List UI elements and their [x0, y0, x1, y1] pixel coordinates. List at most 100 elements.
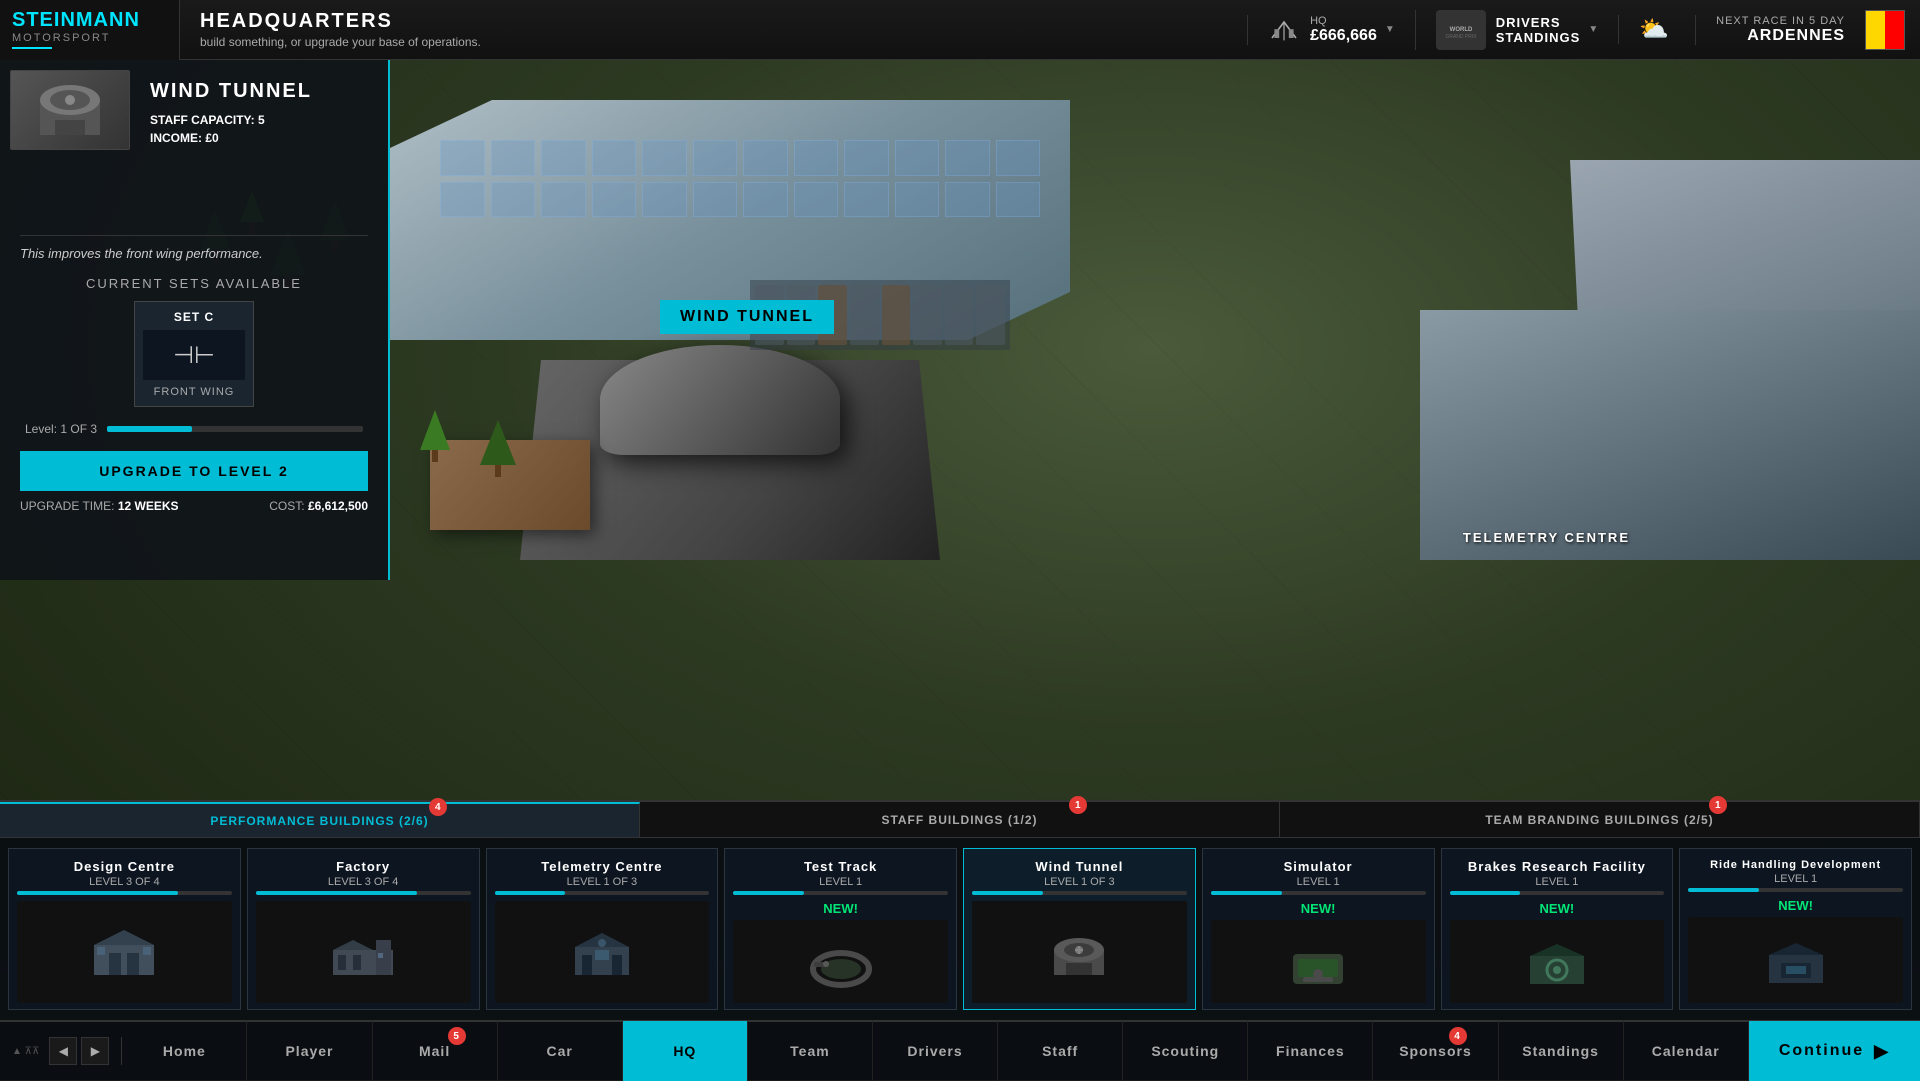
building-card-ride-handling[interactable]: Ride Handling Development LEVEL 1 NEW!	[1679, 848, 1912, 1010]
upgrade-button[interactable]: UPGRADE TO LEVEL 2	[20, 451, 368, 491]
headquarters-title: HEADQUARTERS	[200, 10, 1227, 33]
nav-calendar[interactable]: Calendar	[1624, 1021, 1749, 1081]
nav-car[interactable]: Car	[498, 1021, 623, 1081]
tab-performance-label: PERFORMANCE BUILDINGS (2/6)	[210, 814, 428, 828]
building-card-simulator[interactable]: Simulator LEVEL 1 NEW!	[1202, 848, 1435, 1010]
race-name: ARDENNES	[1747, 27, 1845, 45]
wind-tunnel-card-img	[972, 901, 1187, 1003]
branding-badge: 1	[1709, 796, 1727, 814]
ride-handling-progress	[1688, 888, 1903, 892]
wind-tunnel-dome	[600, 345, 840, 455]
design-centre-level: LEVEL 3 OF 4	[89, 876, 160, 888]
simulator-level: LEVEL 1	[1297, 876, 1340, 888]
nav-home-label: Home	[163, 1043, 206, 1059]
nav-scouting[interactable]: Scouting	[1123, 1021, 1248, 1081]
performance-badge: 4	[429, 798, 447, 816]
nav-left-controls: ▲ ⊼⊼ ◀ ▶	[0, 1037, 122, 1065]
nav-staff[interactable]: Staff	[998, 1021, 1123, 1081]
building-card-telemetry[interactable]: Telemetry Centre LEVEL 1 OF 3	[486, 848, 719, 1010]
hq-arrow: ▼	[1385, 24, 1395, 35]
tab-staff-label: STAFF BUILDINGS (1/2)	[881, 813, 1037, 827]
design-centre-img	[17, 901, 232, 1003]
nav-mail-label: Mail	[419, 1043, 450, 1059]
telemetry-map-label: TELEMETRY CENTRE	[1463, 530, 1630, 545]
staff-capacity-value: 5	[258, 113, 265, 127]
svg-text:WORLD: WORLD	[1449, 27, 1472, 33]
nav-standings[interactable]: Standings	[1499, 1021, 1624, 1081]
income-label: INCOME:	[150, 131, 202, 145]
nav-scouting-label: Scouting	[1151, 1043, 1219, 1059]
design-centre-name: Design Centre	[74, 859, 175, 874]
factory-progress	[256, 891, 471, 895]
wind-tunnel-map-label[interactable]: WIND TUNNEL	[660, 300, 834, 334]
test-track-progress	[733, 891, 948, 895]
panel-building-name: WIND TUNNEL	[150, 80, 368, 103]
hq-button[interactable]: HQ £666,666 ▼	[1247, 15, 1415, 45]
level-bar	[107, 426, 363, 432]
simulator-img	[1211, 920, 1426, 1003]
wind-tunnel-fill	[972, 891, 1043, 895]
nav-sponsors[interactable]: Sponsors 4	[1373, 1021, 1498, 1081]
nav-mail[interactable]: Mail 5	[373, 1021, 498, 1081]
level-fill	[107, 426, 191, 432]
tab-staff-buildings[interactable]: STAFF BUILDINGS (1/2) 1	[640, 802, 1280, 837]
panel-stats: STAFF CAPACITY: 5 INCOME: £0	[150, 113, 368, 145]
svg-text:GRAND PRIX: GRAND PRIX	[1445, 34, 1477, 40]
staff-badge: 1	[1069, 796, 1087, 814]
test-track-name: Test Track	[804, 859, 877, 874]
brakes-name: Brakes Research Facility	[1468, 859, 1646, 874]
building-card-test-track[interactable]: Test Track LEVEL 1 NEW!	[724, 848, 957, 1010]
building-card-design-centre[interactable]: Design Centre LEVEL 3 OF 4	[8, 848, 241, 1010]
right-building-2	[1420, 310, 1920, 560]
game-area: FACTORY WIND TUNNEL TELEMETRY CENTRE WIN…	[0, 60, 1920, 1020]
building-category-tabs: PERFORMANCE BUILDINGS (2/6) 4 STAFF BUIL…	[0, 802, 1920, 838]
design-centre-fill	[17, 891, 178, 895]
nav-team[interactable]: Team	[748, 1021, 873, 1081]
header-subtitle: build something, or upgrade your base of…	[200, 35, 1227, 49]
upgrade-details: UPGRADE TIME: 12 WEEKS COST: £6,612,500	[20, 499, 368, 513]
ride-handling-new-badge: NEW!	[1778, 898, 1813, 913]
building-thumbnail	[10, 70, 130, 150]
nav-team-label: Team	[790, 1043, 830, 1059]
nav-prev-button[interactable]: ◀	[49, 1037, 77, 1065]
nav-home[interactable]: Home	[122, 1021, 247, 1081]
nav-arrows: ◀ ▶	[49, 1037, 109, 1065]
building-card-brakes[interactable]: Brakes Research Facility LEVEL 1 NEW!	[1441, 848, 1674, 1010]
set-card: SET C ⊣⊢ FRONT WING	[134, 301, 254, 407]
nav-drivers[interactable]: Drivers	[873, 1021, 998, 1081]
hq-info: HQ £666,666	[1310, 15, 1377, 45]
tab-branding-buildings[interactable]: TEAM BRANDING BUILDINGS (2/5) 1	[1280, 802, 1920, 837]
nav-items-list: Home Player Mail 5 Car HQ Team Drivers S…	[122, 1021, 1749, 1081]
hq-icon	[1268, 18, 1300, 42]
continue-button[interactable]: Continue ▶	[1749, 1021, 1920, 1081]
logo-area: STEINMANN MOTORSPORT	[0, 0, 180, 60]
nav-next-button[interactable]: ▶	[81, 1037, 109, 1065]
brakes-level: LEVEL 1	[1535, 876, 1578, 888]
staff-capacity-label: STAFF CAPACITY:	[150, 113, 255, 127]
nav-logo-icon: ▲ ⊼⊼	[12, 1046, 39, 1057]
building-card-wind-tunnel[interactable]: Wind Tunnel LEVEL 1 OF 3	[963, 848, 1196, 1010]
world-icon: WORLD GRAND PRIX	[1436, 10, 1486, 50]
tab-performance-buildings[interactable]: PERFORMANCE BUILDINGS (2/6) 4	[0, 802, 640, 837]
brakes-img	[1450, 920, 1665, 1003]
ride-handling-img	[1688, 917, 1903, 1003]
ride-handling-level: LEVEL 1	[1774, 873, 1817, 885]
bottom-navigation: ▲ ⊼⊼ ◀ ▶ Home Player Mail 5 Car HQ Team …	[0, 1020, 1920, 1080]
building-card-factory[interactable]: Factory LEVEL 3 OF 4	[247, 848, 480, 1010]
telemetry-name: Telemetry Centre	[541, 859, 662, 874]
nav-hq[interactable]: HQ	[623, 1021, 748, 1081]
level-value: 1 OF 3	[60, 422, 97, 436]
level-label: Level:	[25, 422, 57, 436]
nav-finances[interactable]: Finances	[1248, 1021, 1373, 1081]
wind-tunnel-card-level: LEVEL 1 OF 3	[1044, 876, 1115, 888]
brakes-new-badge: NEW!	[1540, 901, 1575, 916]
part-label: FRONT WING	[143, 386, 245, 398]
level-info: Level: 1 OF 3	[20, 422, 368, 436]
nav-player[interactable]: Player	[247, 1021, 372, 1081]
nav-standings-label: Standings	[1522, 1043, 1599, 1059]
world-standings-button[interactable]: WORLD GRAND PRIX DRIVERS STANDINGS ▼	[1415, 10, 1619, 50]
simulator-name: Simulator	[1284, 859, 1353, 874]
staff-capacity-stat: STAFF CAPACITY: 5	[150, 113, 368, 127]
continue-label: Continue	[1779, 1042, 1864, 1060]
nav-finances-label: Finances	[1276, 1043, 1345, 1059]
